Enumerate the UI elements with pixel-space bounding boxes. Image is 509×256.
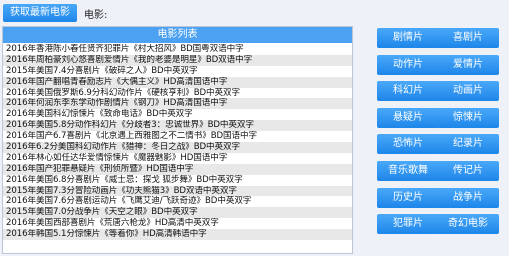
genre-button[interactable]: 传记片 xyxy=(437,161,499,181)
movie-list-item[interactable]: 2016年香港陈小春任贤齐犯罪片《村大招风》BD国粤双语中字 xyxy=(3,44,352,55)
genre-button[interactable]: 动画片 xyxy=(437,81,499,102)
genre-button[interactable]: 犯罪片 xyxy=(377,214,439,235)
movie-list-item[interactable]: 2016年6.2分美国科幻动作片《猎神：冬日之战》BD中英双字 xyxy=(3,142,352,153)
genre-button[interactable]: 科幻片 xyxy=(377,81,439,102)
genre-button[interactable]: 历史片 xyxy=(377,187,439,208)
movie-list-header: 电影列表 xyxy=(3,27,352,43)
movie-list-item[interactable]: 2016年何润东李东学动作剧情片《钢刀》HD高清国语中字 xyxy=(3,98,352,110)
movie-list-item[interactable]: 2016年周柏豪刘心悠喜剧爱情片《我的老婆是明星》BD双语中字 xyxy=(3,54,352,66)
genre-button[interactable]: 纪录片 xyxy=(437,134,499,155)
movie-list-panel: 电影列表 2016年香港陈小春任贤齐犯罪片《村大招风》BD国粤双语中字 2016年… xyxy=(2,26,353,254)
movie-list-item[interactable]: 2016年美国科幻惊悚片《致命电话》BD中英双字 xyxy=(3,109,352,120)
fetch-latest-movies-button[interactable]: 获取最新电影 xyxy=(3,4,77,22)
toolbar: 获取最新电影 电影: xyxy=(0,0,509,24)
movie-list-item[interactable]: 2015年美国7.0分战争片《天空之眼》BD中英双字 xyxy=(3,207,352,219)
movie-list-item[interactable]: 2016年美国西部喜剧片《荒唐六枪龙》HD高清中英双字 xyxy=(3,218,352,229)
movie-list[interactable]: 2016年香港陈小春任贤齐犯罪片《村大招风》BD国粤双语中字 2016年周柏豪刘心… xyxy=(3,43,352,241)
genre-button[interactable]: 战争片 xyxy=(437,187,499,208)
movie-list-item[interactable]: 2015年美国7.3分冒险动画片《功夫熊猫3》BD双语中英双字 xyxy=(3,185,352,197)
genre-button[interactable]: 音乐歌舞 xyxy=(377,161,439,181)
movie-list-item[interactable]: 2016年美国5.8分动作科幻片《分歧者3：忠诚世界》BD中英双字 xyxy=(3,120,352,132)
movie-list-item[interactable]: 2016年国产犯罪悬疑片《刑侦所暨》HD国语中字 xyxy=(3,163,352,175)
genre-button[interactable]: 惊悚片 xyxy=(437,107,499,128)
movie-list-item[interactable]: 2016年美国7.6分喜剧运动片《飞鹰艾迪/飞跃奇迹》BD中英双字 xyxy=(3,196,352,207)
movie-list-item[interactable]: 2016年美国6.8分喜剧片《威士忌：探戈 狐步舞》BD中英双字 xyxy=(3,175,352,186)
movie-list-item[interactable]: 2016年国产6.7喜剧片《北京遇上西雅图之不二情书》BD国语中字 xyxy=(3,131,352,142)
genre-button[interactable]: 喜剧片 xyxy=(437,28,499,48)
genre-button[interactable]: 动作片 xyxy=(377,54,439,75)
movie-list-item[interactable]: 2016年美国俄罗斯6.9分科幻动作片《硬核亨利》BD中英双字 xyxy=(3,88,352,99)
genre-button[interactable]: 奇幻电影 xyxy=(437,214,499,235)
genre-button[interactable]: 悬疑片 xyxy=(377,107,439,128)
movie-list-item[interactable]: 2016年林心如任达华爱情惊悚片《魔器魅影》HD国语中字 xyxy=(3,153,352,164)
genre-button[interactable]: 爱情片 xyxy=(437,54,499,75)
genre-button[interactable]: 恐怖片 xyxy=(377,134,439,155)
movie-list-item[interactable]: 2015年美国7.4分喜剧片《破碎之人》BD中英双字 xyxy=(3,66,352,77)
movie-list-item[interactable]: 2016年韩国5.1分惊悚片《等着你》HD高清韩语中字 xyxy=(3,229,352,241)
movie-list-item[interactable]: 2016年国产翻唱青春励志片《大偶主义》HD高清国语中字 xyxy=(3,76,352,88)
genre-button[interactable]: 剧情片 xyxy=(377,28,439,48)
movie-label: 电影: xyxy=(84,10,108,21)
